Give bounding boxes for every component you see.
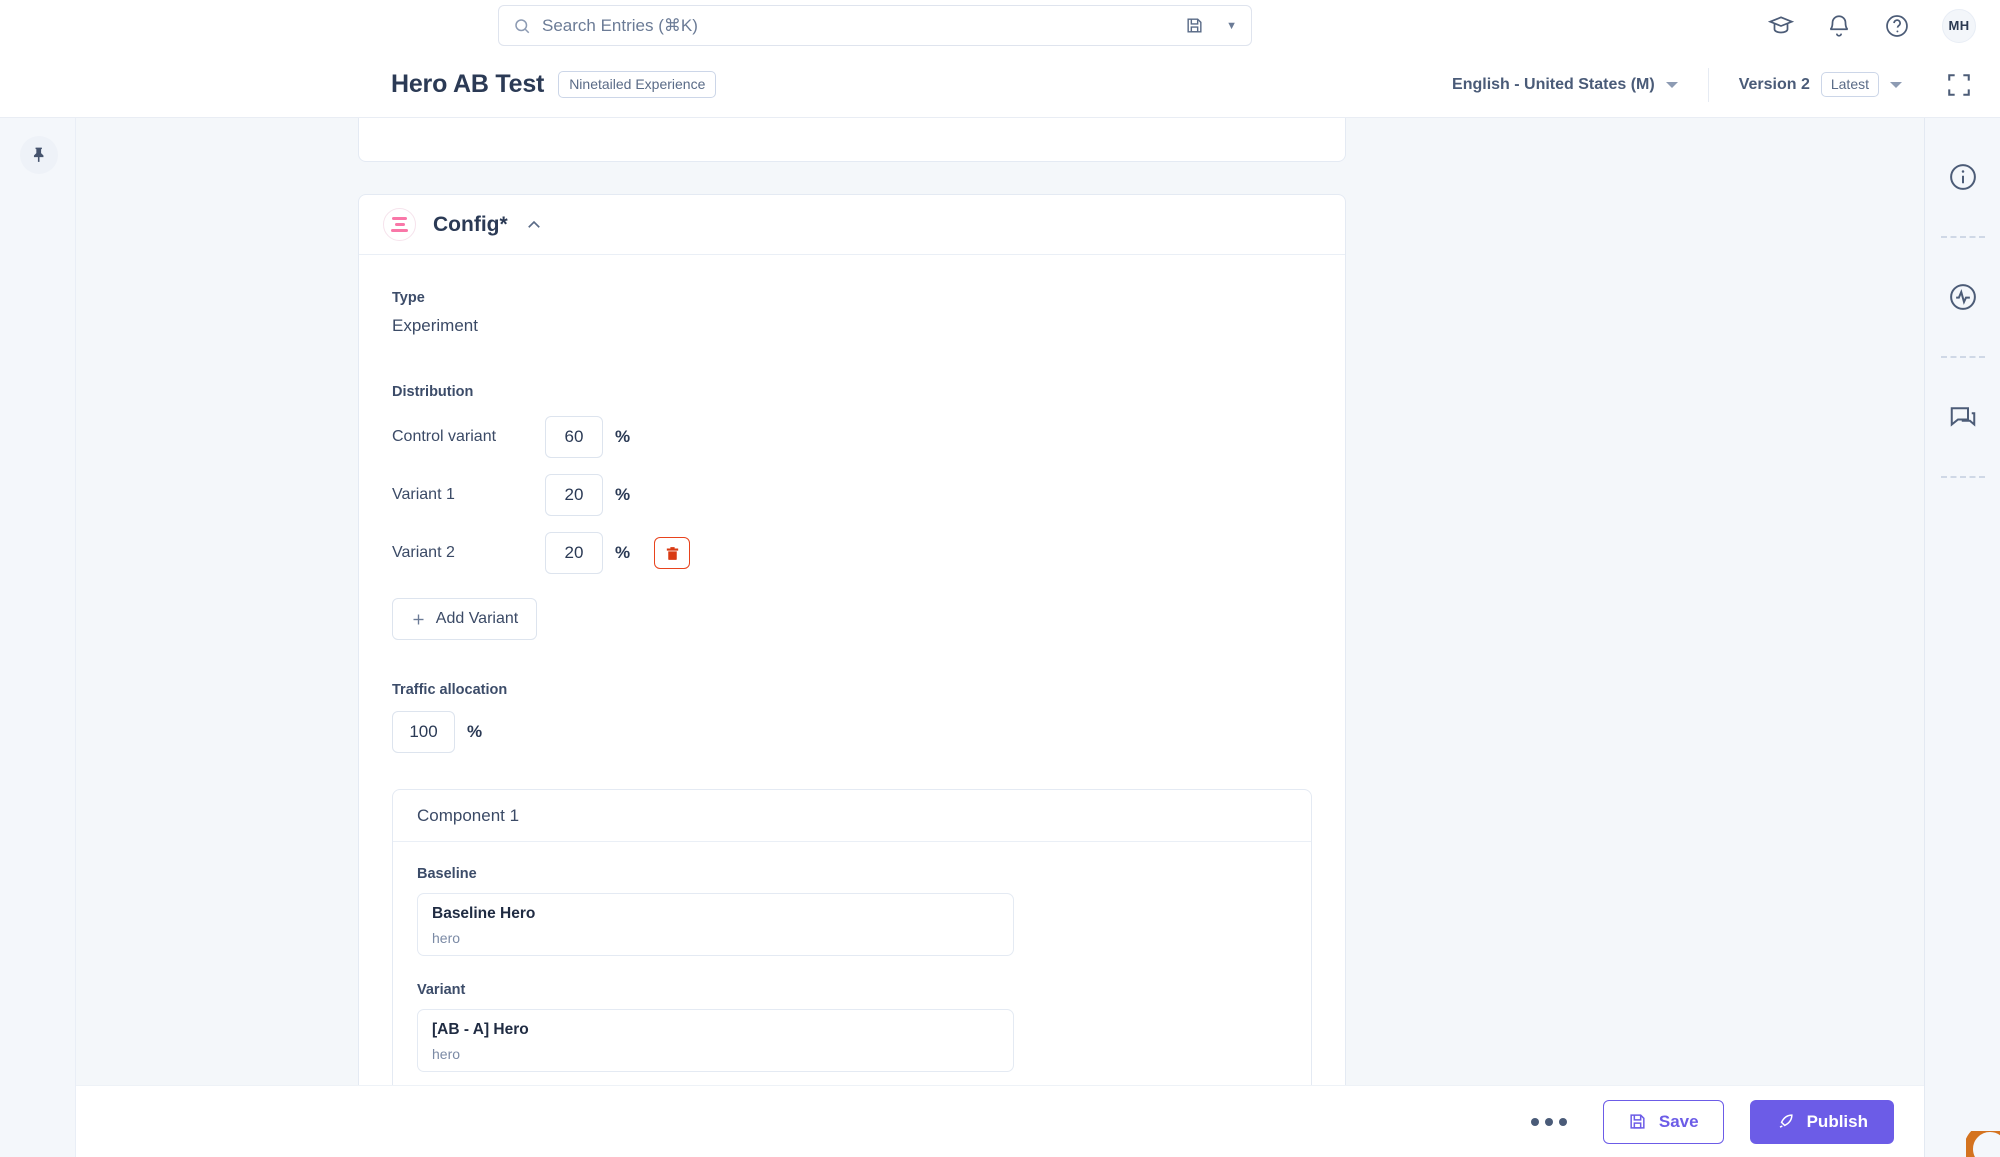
ninetailed-logo-icon <box>383 208 416 241</box>
version-selector[interactable]: Version 2 Latest <box>1739 72 1902 97</box>
save-search-icon[interactable] <box>1185 16 1204 35</box>
entry-content-type: hero <box>432 930 461 946</box>
activity-icon[interactable] <box>1948 282 1978 312</box>
locale-selector[interactable]: English - United States (M) <box>1452 76 1678 94</box>
bell-icon[interactable] <box>1826 13 1852 39</box>
rail-divider <box>1940 236 1985 238</box>
percent-symbol: % <box>615 427 631 446</box>
type-label: Type <box>392 290 425 306</box>
percent-symbol: % <box>615 543 631 562</box>
dot-icon <box>1558 1117 1567 1126</box>
config-title: Config* <box>433 212 508 236</box>
config-panel-body: Type Experiment Distribution Control var… <box>359 255 1345 1157</box>
control-variant-input[interactable] <box>545 416 603 458</box>
distribution-row-label: Variant 1 <box>392 486 455 503</box>
percent-symbol: % <box>615 485 631 504</box>
config-panel-header[interactable]: Config* <box>359 195 1345 255</box>
chevron-down-icon <box>1665 81 1678 88</box>
distribution-row: Variant 1 % <box>392 474 1312 516</box>
distribution-row-label: Variant 2 <box>392 544 455 561</box>
add-variant-label: Add Variant <box>435 610 519 627</box>
variant-label: Variant <box>417 982 466 998</box>
pin-sidebar-button[interactable] <box>20 136 58 174</box>
publish-label: Publish <box>1806 1111 1868 1131</box>
delete-variant-button[interactable] <box>654 537 691 569</box>
right-rail <box>1924 118 2000 1157</box>
entry-title: [AB - A] Hero <box>432 1021 529 1038</box>
variant-2-input[interactable] <box>545 532 603 574</box>
rail-divider <box>1940 476 1985 478</box>
traffic-allocation-label: Traffic allocation <box>392 682 508 698</box>
page-title: Hero AB Test <box>391 70 545 98</box>
floppy-disk-icon <box>1630 1114 1645 1129</box>
distribution-row: Variant 2 % <box>392 532 1312 574</box>
entry-content-type: hero <box>432 1046 461 1062</box>
info-icon[interactable] <box>1948 162 1978 192</box>
config-panel: Config* Type Experiment Distribution Con… <box>358 194 1346 1157</box>
baseline-entry-card[interactable]: Baseline Hero hero <box>417 893 1014 956</box>
experiment-card-partial: Experiment <box>358 118 1346 162</box>
more-actions-button[interactable] <box>1521 1108 1577 1136</box>
distribution-row: Control variant % <box>392 416 1312 458</box>
entry-title: Baseline Hero <box>432 905 536 922</box>
header-title-group: Hero AB Test Ninetailed Experience <box>391 51 717 118</box>
top-bar-actions: MH <box>1768 0 1976 51</box>
save-button[interactable]: Save <box>1602 1099 1724 1144</box>
type-value: Experiment <box>392 316 478 335</box>
rocket-icon <box>1779 1114 1793 1128</box>
rail-divider <box>1940 356 1985 358</box>
baseline-label: Baseline <box>417 866 477 882</box>
dot-icon <box>1530 1117 1539 1126</box>
publish-button[interactable]: Publish <box>1749 1099 1894 1144</box>
search-dropdown-caret-icon[interactable]: ▼ <box>1226 20 1237 32</box>
graduation-cap-icon[interactable] <box>1768 13 1794 39</box>
entry-header: Hero AB Test Ninetailed Experience Engli… <box>0 51 2000 118</box>
fullscreen-icon[interactable] <box>1946 72 1972 98</box>
avatar[interactable]: MH <box>1942 8 1976 43</box>
traffic-allocation-input[interactable] <box>392 711 455 753</box>
version-label: Version 2 <box>1738 75 1810 93</box>
variant-entry-card[interactable]: [AB - A] Hero hero <box>417 1009 1014 1072</box>
left-rail <box>0 118 76 1157</box>
traffic-allocation-row: % <box>392 711 1312 753</box>
distribution-row-label: Control variant <box>392 428 497 445</box>
component-title: Component 1 <box>393 790 1311 842</box>
dot-icon <box>1544 1117 1553 1126</box>
header-divider <box>1707 67 1709 102</box>
distribution-label: Distribution <box>392 384 474 400</box>
search-input[interactable] <box>542 15 1186 36</box>
variant-1-input[interactable] <box>545 474 603 516</box>
version-status-badge: Latest <box>1820 72 1879 97</box>
locale-label: English - United States (M) <box>1452 75 1655 93</box>
chevron-up-icon[interactable] <box>525 216 543 234</box>
add-variant-button[interactable]: Add Variant <box>392 598 537 640</box>
plus-icon <box>413 614 424 624</box>
pin-icon <box>33 147 43 162</box>
search-bar[interactable]: ▼ <box>498 5 1252 46</box>
header-controls: English - United States (M) Version 2 La… <box>1452 51 2000 118</box>
chevron-down-icon <box>1890 81 1902 88</box>
main-content: Experiment Config* Type Experiment Distr… <box>76 118 1924 1157</box>
content-type-badge: Ninetailed Experience <box>558 71 717 98</box>
top-bar: ▼ MH <box>0 0 2000 51</box>
action-bar: Save Publish <box>76 1085 1924 1157</box>
search-icon <box>515 18 530 33</box>
help-circle-icon[interactable] <box>1884 13 1910 39</box>
trash-icon <box>666 546 678 560</box>
comments-icon[interactable] <box>1948 402 1978 432</box>
percent-symbol: % <box>467 722 483 741</box>
save-label: Save <box>1658 1111 1699 1131</box>
